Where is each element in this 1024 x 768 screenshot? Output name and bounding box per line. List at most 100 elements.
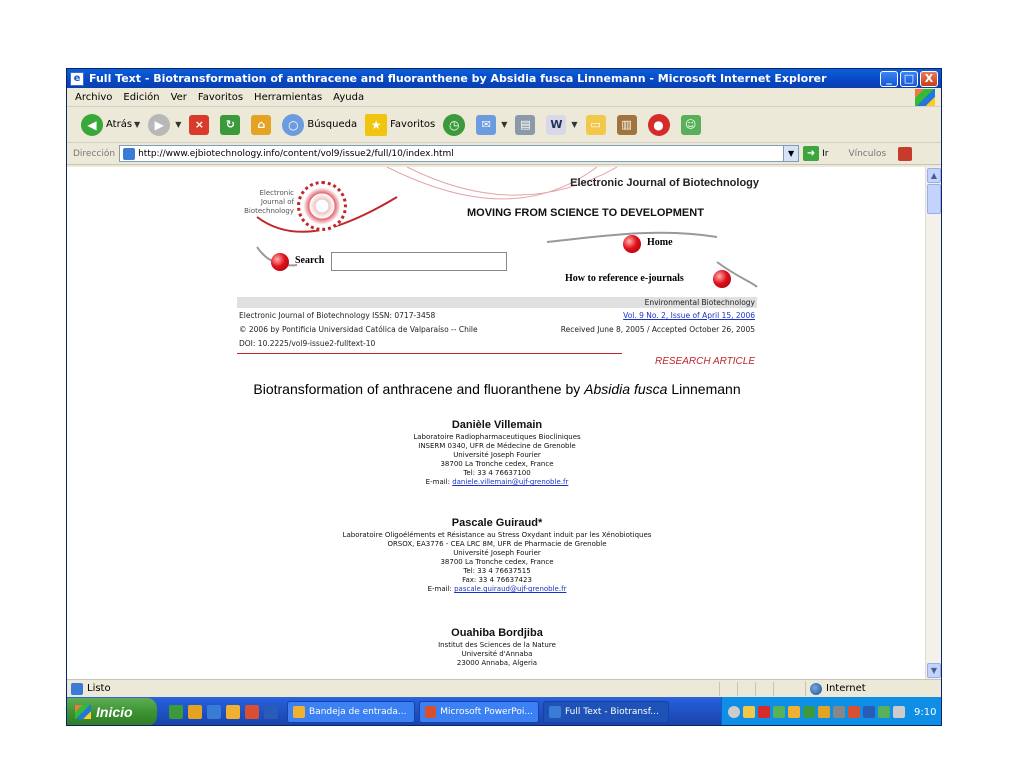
powerpoint-task-icon [425, 706, 437, 718]
title-bar[interactable]: e Full Text - Biotransformation of anthr… [67, 69, 941, 88]
address-url: http://www.ejbiotechnology.info/content/… [138, 148, 454, 159]
back-button[interactable]: ◀ Atrás ▼ [81, 113, 140, 136]
tray-update-icon[interactable] [788, 706, 800, 718]
how-to-reference-link[interactable]: How to reference e-journals [565, 273, 684, 284]
start-label: Inicio [96, 704, 133, 720]
author-line: ORSOX, EA3776 - CEA LRC 8M, UFR de Pharm… [387, 540, 607, 548]
globe-icon [810, 682, 822, 695]
author-block: Danièle Villemain Laboratoire Radiopharm… [237, 417, 757, 487]
maximize-button[interactable]: □ [900, 70, 918, 87]
tray-antivirus-icon[interactable] [848, 706, 860, 718]
tray-mail-icon[interactable] [743, 706, 755, 718]
tray-volume-icon[interactable] [863, 706, 875, 718]
print-button[interactable]: ▤ [515, 114, 538, 135]
ie-window: e Full Text - Biotransformation of anthr… [66, 68, 942, 726]
go-arrow-icon[interactable]: ➜ [803, 146, 820, 161]
tray-sync-icon[interactable] [878, 706, 890, 718]
magnifier-icon: ○ [282, 113, 305, 136]
outlook-task-icon [293, 706, 305, 718]
address-dropdown-icon[interactable]: ▼ [783, 146, 799, 161]
author-email-link[interactable]: daniele.villemain@ujf-grenoble.fr [452, 478, 568, 486]
scroll-down-icon[interactable]: ▼ [927, 663, 941, 678]
history-button[interactable]: ◷ [443, 113, 468, 136]
menu-ayuda[interactable]: Ayuda [333, 92, 364, 103]
scroll-up-icon[interactable]: ▲ [927, 168, 941, 183]
task-internet-explorer[interactable]: Full Text - Biotransf... [543, 701, 669, 723]
scroll-thumb[interactable] [927, 184, 941, 214]
task-powerpoint[interactable]: Microsoft PowerPoi... [419, 701, 539, 723]
volume-link[interactable]: Vol. 9 No. 2, Issue of April 15, 2006 [623, 311, 755, 320]
refresh-icon: ↻ [220, 114, 241, 135]
word-quick-icon[interactable] [264, 705, 278, 719]
tray-app-icon[interactable] [818, 706, 830, 718]
tray-printer-icon[interactable] [833, 706, 845, 718]
journal-logo-text: Electronic Journal of Biotechnology [244, 189, 294, 215]
site-search-input[interactable] [331, 252, 507, 271]
address-input[interactable]: http://www.ejbiotechnology.info/content/… [119, 145, 800, 162]
article-title: Biotransformation of anthracene and fluo… [237, 381, 757, 397]
contacts-button[interactable]: ☺ [680, 114, 704, 135]
author-name: Danièle Villemain [451, 419, 543, 431]
vertical-scrollbar[interactable]: ▲ ▼ [925, 167, 941, 679]
task-label: Bandeja de entrada... [309, 707, 407, 717]
minimize-button[interactable]: _ [880, 70, 898, 87]
forward-button[interactable]: ▶ ▼ [148, 113, 181, 136]
email-label: E-mail: [427, 585, 455, 593]
task-outlook[interactable]: Bandeja de entrada... [287, 701, 415, 723]
menu-herramientas[interactable]: Herramientas [254, 92, 322, 103]
mail-dropdown-icon[interactable]: ▼ [501, 120, 507, 129]
tray-messenger-icon[interactable] [773, 706, 785, 718]
mail-button[interactable]: ✉ ▼ [476, 114, 507, 135]
stop-button[interactable]: × [189, 114, 212, 135]
close-button[interactable]: X [920, 70, 938, 87]
folder-quick-icon[interactable] [188, 705, 202, 719]
favorites-button[interactable]: ★ Favoritos [365, 113, 435, 136]
tray-expand-icon[interactable] [728, 706, 740, 718]
discuss-button[interactable]: ▭ [585, 114, 609, 135]
search-button[interactable]: ○ Búsqueda [282, 113, 358, 136]
go-button[interactable]: Ir [822, 149, 828, 159]
ie-quick-icon[interactable] [207, 705, 221, 719]
author-name: Ouahiba Bordjiba [451, 627, 543, 639]
back-dropdown-icon[interactable]: ▼ [134, 120, 140, 129]
outlook-quick-icon[interactable] [226, 705, 240, 719]
back-label: Atrás [106, 119, 133, 130]
tray-display-icon[interactable] [893, 706, 905, 718]
excel-icon[interactable] [169, 705, 183, 719]
copyright-text: © 2006 by Pontificia Universidad Católic… [239, 325, 478, 334]
status-page-icon [71, 682, 83, 695]
tray-shield-icon[interactable] [803, 706, 815, 718]
tray-network-icon[interactable] [758, 706, 770, 718]
address-bar: Dirección http://www.ejbiotechnology.inf… [67, 143, 941, 165]
home-icon: ⌂ [251, 114, 272, 135]
menu-favoritos[interactable]: Favoritos [198, 92, 243, 103]
author-line: 38700 La Tronche cedex, France [440, 460, 554, 468]
clock[interactable]: 9:10 [914, 707, 936, 718]
research-button[interactable]: ▥ [616, 114, 640, 135]
status-cell [737, 682, 755, 696]
menu-ver[interactable]: Ver [171, 92, 187, 103]
messenger-button[interactable]: ● [647, 113, 673, 136]
menu-archivo[interactable]: Archivo [75, 92, 112, 103]
status-bar: Listo Internet [67, 679, 941, 697]
author-email-link[interactable]: pascale.guiraud@ujf-grenoble.fr [454, 585, 566, 593]
home-button[interactable]: ⌂ [251, 114, 274, 135]
author-email-row: E-mail: pascale.guiraud@ujf-grenoble.fr [237, 585, 757, 594]
refresh-button[interactable]: ↻ [220, 114, 243, 135]
menu-edicion[interactable]: Edición [123, 92, 159, 103]
forward-dropdown-icon[interactable]: ▼ [175, 120, 181, 129]
home-bullet-icon [623, 235, 641, 253]
links-label[interactable]: Vínculos [848, 149, 886, 159]
start-button[interactable]: Inicio [67, 698, 157, 725]
toolbar-extension-icon[interactable] [898, 146, 913, 161]
home-link[interactable]: Home [647, 237, 673, 248]
edit-dropdown-icon[interactable]: ▼ [571, 120, 577, 129]
star-icon: ★ [365, 113, 388, 136]
title-text: Biotransformation of anthracene and fluo… [253, 381, 585, 397]
edit-button[interactable]: W ▼ [546, 114, 578, 135]
search-label: Búsqueda [307, 119, 358, 130]
journal-logo-icon[interactable] [297, 181, 347, 231]
powerpoint-quick-icon[interactable] [245, 705, 259, 719]
address-label: Dirección [73, 148, 116, 159]
journal-tagline: MOVING FROM SCIENCE TO DEVELOPMENT [467, 207, 704, 219]
